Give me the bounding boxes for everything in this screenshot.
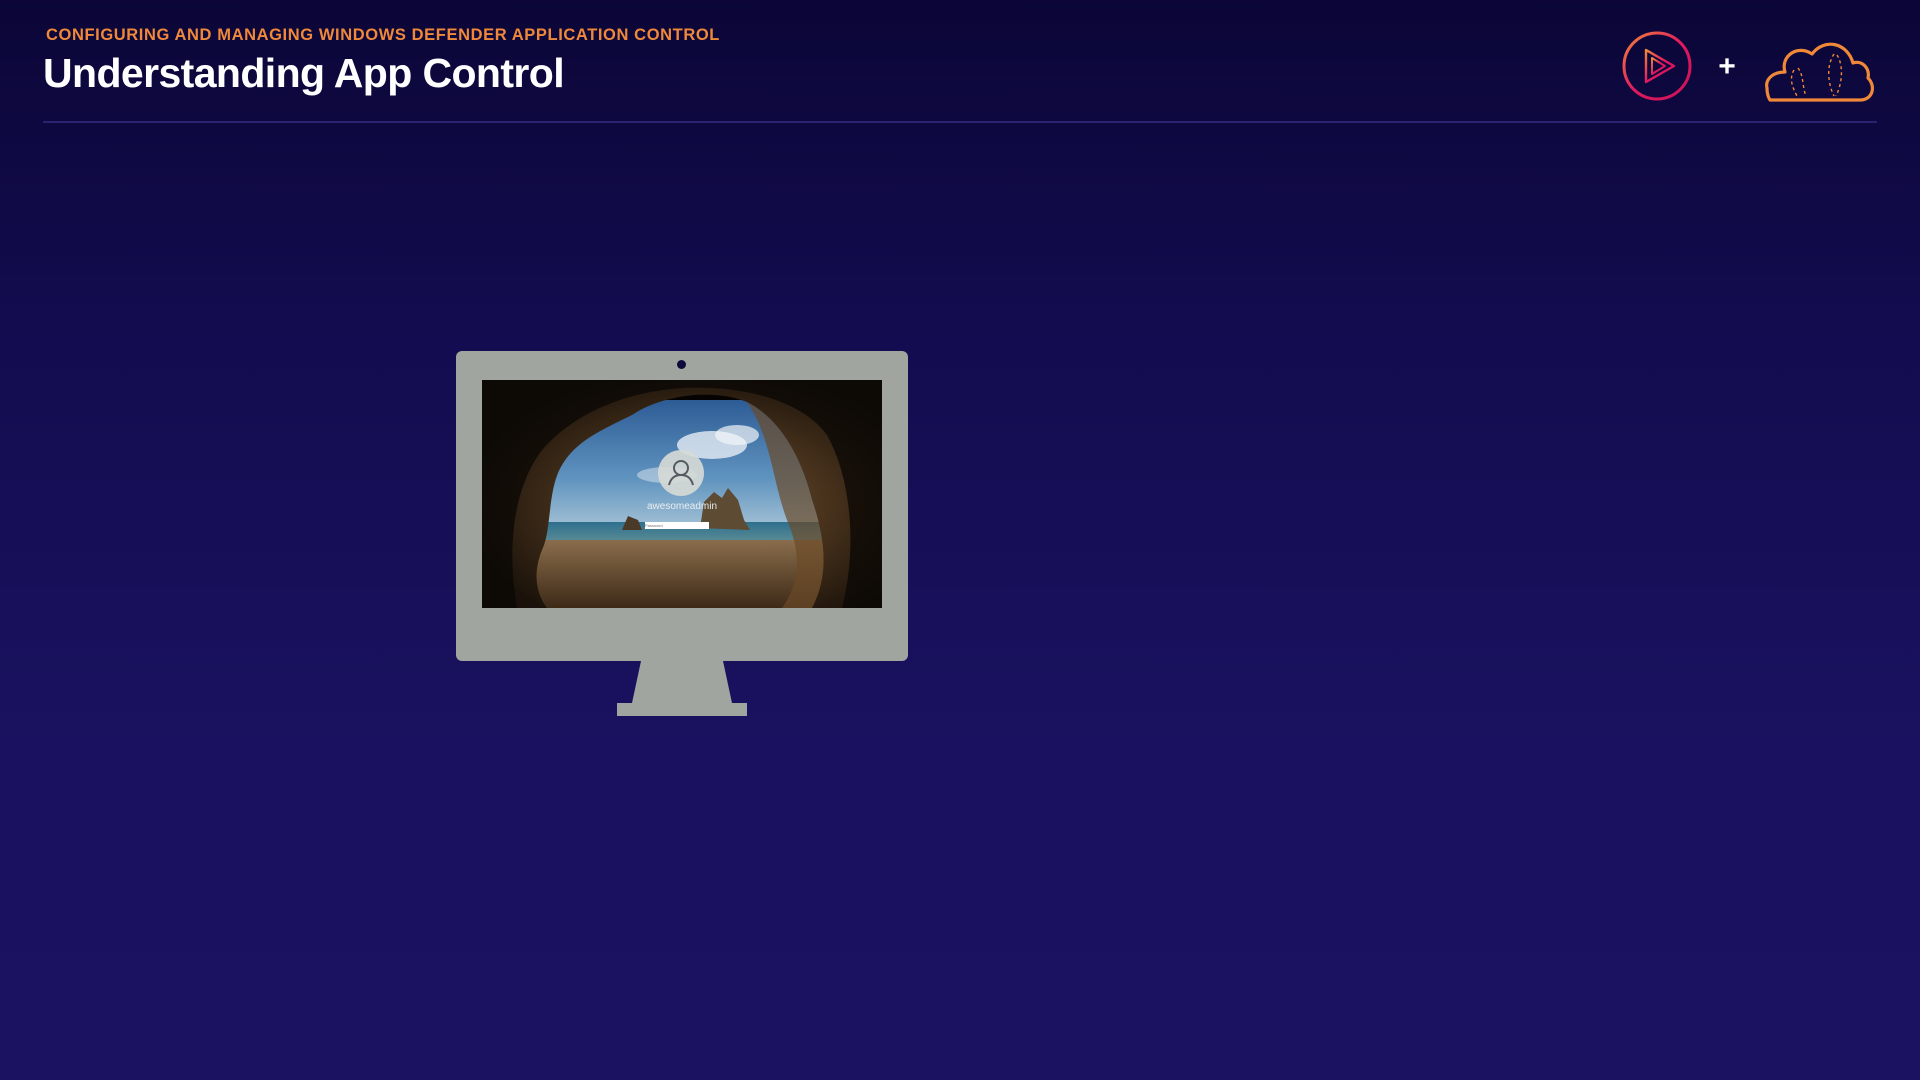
user-avatar bbox=[658, 450, 704, 496]
lock-screen: awesomeadmin bbox=[482, 380, 882, 608]
login-username: awesomeadmin bbox=[646, 501, 718, 512]
cloud-icon bbox=[1765, 42, 1874, 102]
partner-logos: + bbox=[1622, 31, 1874, 102]
monitor-bezel: awesomeadmin bbox=[456, 351, 908, 661]
user-icon bbox=[668, 460, 694, 486]
webcam-dot bbox=[677, 360, 686, 369]
monitor-illustration: awesomeadmin bbox=[456, 351, 908, 716]
slide-title: Understanding App Control bbox=[43, 50, 565, 96]
course-title: CONFIGURING AND MANAGING WINDOWS DEFENDE… bbox=[46, 26, 720, 44]
slide-header: CONFIGURING AND MANAGING WINDOWS DEFENDE… bbox=[43, 26, 1877, 123]
play-circle-icon bbox=[1622, 31, 1692, 101]
password-field[interactable] bbox=[645, 522, 709, 529]
monitor-stand bbox=[617, 661, 747, 716]
plus-sign: + bbox=[1718, 50, 1736, 83]
